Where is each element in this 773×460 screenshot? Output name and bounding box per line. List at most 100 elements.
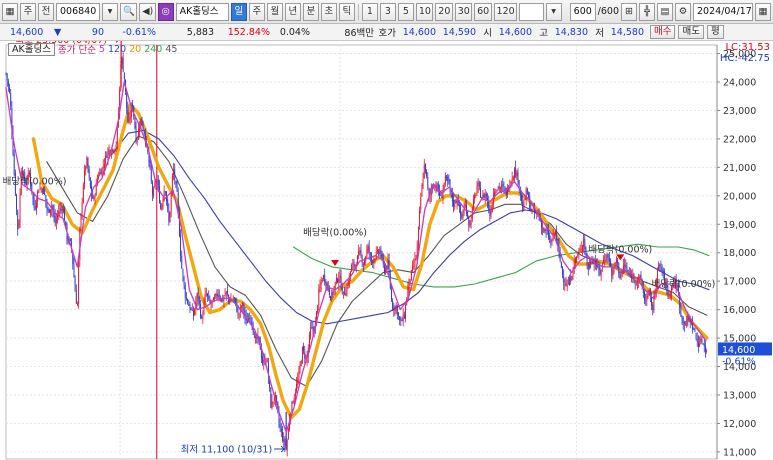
candle-body bbox=[556, 232, 558, 241]
legend-stock-name[interactable]: AK홀딩스 bbox=[8, 42, 55, 56]
candle-body bbox=[187, 299, 189, 304]
candle-body bbox=[34, 206, 36, 209]
candle-body bbox=[318, 288, 320, 306]
candle-body bbox=[564, 284, 566, 285]
candle-body bbox=[553, 233, 555, 235]
calendar-icon[interactable]: ▦ bbox=[755, 2, 772, 21]
chart-type-icon[interactable]: ▦ bbox=[2, 2, 18, 21]
candle-body bbox=[426, 169, 428, 177]
candle-body bbox=[544, 229, 546, 232]
candle-body bbox=[228, 295, 230, 298]
candle-body bbox=[530, 208, 532, 212]
custom-interval-dropdown-icon[interactable]: ▾ bbox=[545, 2, 562, 21]
candle-body bbox=[440, 194, 442, 196]
candle-body bbox=[521, 195, 522, 201]
candle-body bbox=[699, 343, 701, 346]
legend-ma45[interactable]: 45 bbox=[165, 44, 177, 55]
legend-ma120[interactable]: 120 bbox=[108, 44, 126, 55]
candle-body bbox=[153, 188, 155, 197]
minute-20-button[interactable]: 20 bbox=[435, 2, 453, 21]
period-weekly-button[interactable]: 주 bbox=[20, 2, 36, 21]
date-input[interactable]: 2024/04/17 bbox=[693, 2, 754, 21]
speaker-icon[interactable]: ◀) bbox=[139, 2, 156, 21]
y-tick-label: 19,000 bbox=[723, 220, 756, 231]
display-settings-icon[interactable]: ⊞ bbox=[621, 2, 638, 21]
interval-monthly-button[interactable]: 월 bbox=[266, 2, 283, 21]
candle-body bbox=[387, 260, 389, 269]
candle-body bbox=[152, 182, 153, 195]
minute-1-button[interactable]: 1 bbox=[361, 2, 378, 21]
minute-5-button[interactable]: 5 bbox=[397, 2, 414, 21]
buy-button[interactable]: 매수 bbox=[650, 25, 676, 39]
minute-30-button[interactable]: 30 bbox=[454, 2, 473, 21]
legend-ma5[interactable]: 5 bbox=[99, 44, 105, 55]
candle-body bbox=[501, 184, 503, 188]
legend-ma240[interactable]: 240 bbox=[144, 44, 162, 55]
candle-body bbox=[215, 293, 217, 297]
candle-body bbox=[565, 282, 567, 286]
market-filter-button[interactable]: 전 bbox=[38, 2, 54, 21]
sell-button[interactable]: 매도 bbox=[678, 25, 704, 39]
candle-body bbox=[662, 269, 664, 273]
interval-weekly-button[interactable]: 주 bbox=[248, 2, 265, 21]
candle-body bbox=[524, 198, 526, 200]
candle-body bbox=[301, 346, 303, 363]
y-tick-label: 24,000 bbox=[723, 77, 756, 88]
candle-body bbox=[328, 288, 330, 296]
candle-body bbox=[189, 304, 191, 310]
candle-body bbox=[448, 179, 450, 182]
minute-10-button[interactable]: 10 bbox=[415, 2, 434, 21]
candle-body bbox=[683, 321, 685, 325]
candle-body bbox=[198, 297, 200, 304]
candle-body bbox=[456, 200, 458, 203]
candle-body bbox=[89, 177, 91, 188]
candle-body bbox=[446, 177, 447, 178]
minute-120-button[interactable]: 120 bbox=[493, 2, 517, 21]
candle-body bbox=[225, 291, 227, 295]
search-icon[interactable]: 🔍 bbox=[120, 2, 138, 21]
candle-body bbox=[412, 266, 413, 271]
candle-body bbox=[181, 255, 183, 269]
legend-ma20[interactable]: 20 bbox=[129, 44, 141, 55]
interval-daily-button[interactable]: 일 bbox=[230, 2, 247, 21]
candle-body bbox=[494, 192, 496, 196]
candle-body bbox=[105, 155, 107, 164]
dividend-label: 배당락(0.00%) bbox=[588, 244, 652, 256]
candle-body bbox=[380, 249, 382, 257]
custom-interval-input[interactable] bbox=[518, 2, 544, 21]
bar-count-input[interactable]: 600 bbox=[569, 2, 596, 21]
crosshair-icon[interactable]: ╬ bbox=[639, 2, 656, 21]
save-icon[interactable]: ▤ bbox=[657, 2, 674, 21]
interval-tick-button[interactable]: 틱 bbox=[338, 2, 355, 21]
candle-body bbox=[78, 261, 80, 305]
candle-body bbox=[255, 336, 257, 338]
candle-body bbox=[696, 338, 698, 343]
interval-second-button[interactable]: 초 bbox=[320, 2, 337, 21]
minute-3-button[interactable]: 3 bbox=[379, 2, 396, 21]
candle-body bbox=[362, 264, 364, 266]
gear-icon[interactable]: ⚙ bbox=[675, 2, 692, 21]
candle-body bbox=[584, 238, 586, 250]
candle-body bbox=[218, 294, 220, 298]
hc-label: HC:-42.75 bbox=[719, 53, 770, 64]
price-chart[interactable]: 최고 25,500 (04/07)최저 11,100 (10/31)배당락(0.… bbox=[0, 41, 773, 460]
candle-body bbox=[61, 209, 63, 212]
dropdown-icon[interactable]: ▾ bbox=[102, 2, 118, 21]
chart-area[interactable]: 최고 25,500 (04/07)최저 11,100 (10/31)배당락(0.… bbox=[0, 41, 773, 460]
candle-body bbox=[403, 315, 405, 318]
interval-yearly-button[interactable]: 년 bbox=[284, 2, 301, 21]
interval-minute-button[interactable]: 분 bbox=[302, 2, 319, 21]
candle-body bbox=[324, 275, 326, 283]
eval-button[interactable]: 평 bbox=[706, 25, 724, 39]
candle-body bbox=[5, 73, 7, 75]
candle-body bbox=[162, 199, 164, 207]
minute-60-button[interactable]: 60 bbox=[474, 2, 492, 21]
candle-body bbox=[658, 265, 660, 270]
candle-body bbox=[514, 168, 515, 178]
candle-body bbox=[396, 305, 398, 315]
stock-code-input[interactable]: 006840 bbox=[56, 2, 100, 21]
candle-body bbox=[421, 185, 423, 197]
candle-body bbox=[142, 125, 144, 131]
candle-body bbox=[579, 249, 581, 252]
candle-body bbox=[571, 277, 573, 280]
